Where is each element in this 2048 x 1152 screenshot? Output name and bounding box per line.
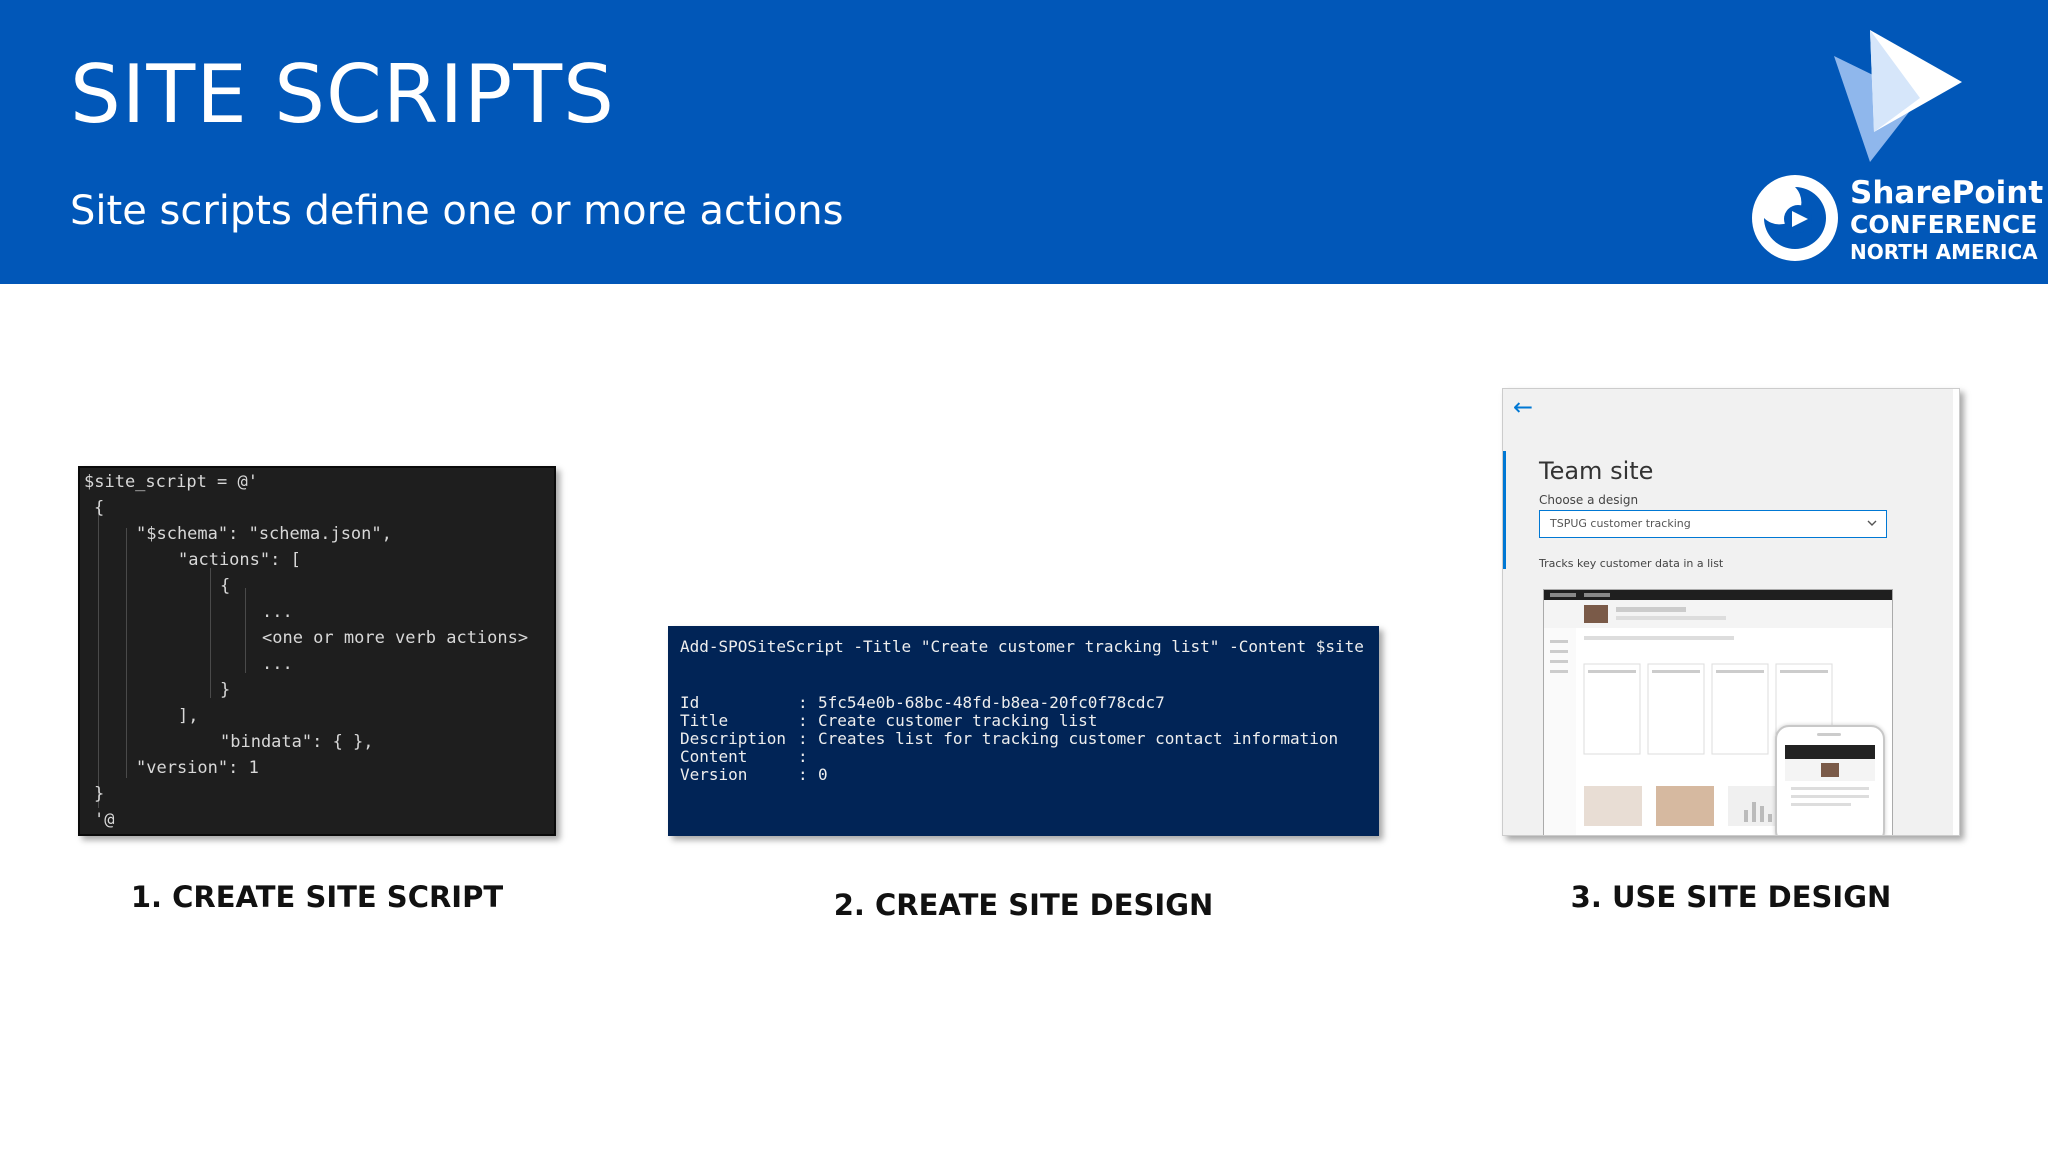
choose-design-label: Choose a design (1539, 493, 1639, 507)
code-line: ... (262, 602, 293, 622)
code-line: <one or more verb actions> (262, 628, 529, 648)
code-line: "bindata": { }, (220, 732, 374, 752)
logo-line-conference: CONFERENCE (1850, 210, 2038, 239)
step-2-caption: 2. CREATE SITE DESIGN (833, 888, 1214, 922)
design-dropdown[interactable]: TSPUG customer tracking (1539, 510, 1887, 538)
ps-output-value: Creates list for tracking customer conta… (818, 729, 1339, 748)
ps-command: Add-SPOSiteScript -Title "Create custome… (680, 637, 1364, 656)
indent-guide (126, 528, 127, 778)
logo-line-sharepoint: SharePoint (1850, 175, 2044, 211)
ps-output-value: 5fc54e0b-68bc-48fd-b8ea-20fc0f78cdc7 (818, 693, 1165, 712)
sharepoint-swirl-icon (1752, 175, 1838, 261)
slide-subtitle: Site scripts define one or more actions (70, 188, 844, 234)
powershell-screenshot: Add-SPOSiteScript -Title "Create custome… (668, 626, 1379, 836)
indent-guide (98, 508, 99, 808)
ps-output-key: Title (680, 711, 729, 730)
ps-output-key: Version (680, 765, 748, 784)
step-1-caption: 1. CREATE SITE SCRIPT (130, 880, 504, 914)
code-line: { (220, 576, 231, 596)
team-site-screenshot: ← Team site Choose a design TSPUG custom… (1502, 388, 1960, 836)
code-line: ... (262, 654, 293, 674)
code-line: $site_script = @' (84, 472, 258, 492)
ps-output-key: Content (680, 747, 748, 766)
ps-output-sep: : (798, 747, 808, 766)
ps-output-sep: : (798, 693, 808, 712)
ps-output-value: 0 (818, 765, 828, 784)
header-banner: SITE SCRIPTS Site scripts define one or … (0, 0, 2048, 284)
ps-output-sep: : (798, 729, 808, 748)
back-arrow-icon[interactable]: ← (1513, 395, 1533, 419)
ps-output-sep: : (798, 765, 808, 784)
panel-edge (1953, 389, 1959, 835)
design-dropdown-value: TSPUG customer tracking (1550, 517, 1691, 530)
conference-logo: SharePoint CONFERENCE NORTH AMERICA (1740, 28, 2043, 268)
code-line: } (220, 680, 231, 700)
code-line: ], (178, 706, 199, 726)
mobile-illustration (1785, 733, 1875, 806)
chevron-down-icon (1867, 520, 1877, 526)
slide-title: SITE SCRIPTS (70, 48, 615, 141)
code-line: '@ (94, 810, 115, 830)
design-description: Tracks key customer data in a list (1539, 557, 1724, 570)
play-icon (1834, 30, 1962, 162)
code-line: "$schema": "schema.json", (136, 524, 392, 544)
ps-output-sep: : (798, 711, 808, 730)
logo-line-north-america: NORTH AMERICA (1850, 240, 2038, 264)
ps-output-key: Id (680, 693, 700, 712)
step-3-caption: 3. USE SITE DESIGN (1570, 880, 1892, 914)
site-script-code-screenshot: $site_script = @' { "$schema": "schema.j… (78, 466, 556, 836)
team-site-title: Team site (1539, 457, 1654, 485)
indent-guide (210, 568, 211, 698)
ps-output-value: Create customer tracking list (818, 711, 1098, 730)
logo-wordmark: SharePoint CONFERENCE NORTH AMERICA (1850, 176, 2043, 265)
code-line: "actions": [ (178, 550, 301, 570)
ps-output-key: Description (680, 729, 786, 748)
indent-guide (245, 588, 246, 673)
code-line: { (94, 498, 105, 518)
mobile-preview-image (1775, 725, 1885, 835)
code-line: "version": 1 (136, 758, 259, 778)
accent-bar (1503, 451, 1506, 569)
code-line: } (94, 784, 105, 804)
